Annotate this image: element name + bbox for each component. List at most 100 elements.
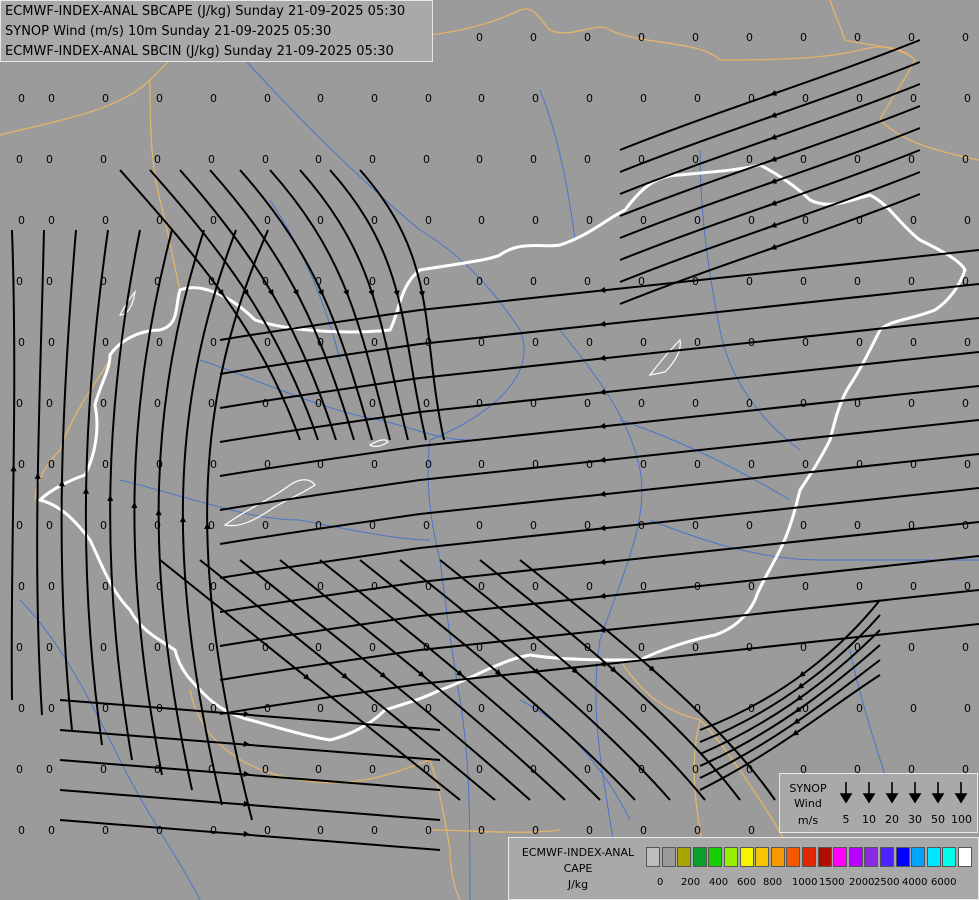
cape-tick-label: 6000 — [931, 877, 957, 888]
streamline — [59, 699, 441, 731]
cin-value: 0 — [638, 275, 645, 288]
cin-value: 0 — [369, 275, 376, 288]
cin-value: 0 — [532, 214, 539, 227]
streamline-arrowhead — [770, 222, 777, 228]
cin-value: 0 — [476, 763, 483, 776]
cin-value: 0 — [908, 31, 915, 44]
streamline — [133, 229, 173, 776]
cin-value: 0 — [748, 214, 755, 227]
cin-value: 0 — [100, 397, 107, 410]
cin-value: 0 — [262, 763, 269, 776]
map-canvas — [0, 0, 979, 900]
cape-color-swatch — [708, 847, 723, 867]
cin-value: 0 — [692, 519, 699, 532]
cin-value: 0 — [317, 580, 324, 593]
cin-value: 0 — [910, 214, 917, 227]
streamline-arrowhead — [770, 112, 777, 118]
wind-title: SYNOP Wind (m/s) 10m Sunday 21-09-2025 0… — [5, 24, 332, 39]
cin-value: 0 — [694, 824, 701, 837]
cin-value: 0 — [640, 92, 647, 105]
wind-speed-label: 20 — [885, 813, 899, 826]
cin-value: 0 — [964, 702, 971, 715]
cin-value: 0 — [692, 31, 699, 44]
cin-value: 0 — [264, 824, 271, 837]
streamline-arrowhead — [107, 494, 114, 501]
streamline-arrowhead — [770, 156, 777, 162]
cin-value: 0 — [802, 580, 809, 593]
cin-value: 0 — [46, 519, 53, 532]
cin-value: 0 — [962, 275, 969, 288]
cin-value: 0 — [208, 641, 215, 654]
cin-value: 0 — [586, 702, 593, 715]
cin-value: 0 — [317, 702, 324, 715]
cin-value: 0 — [208, 153, 215, 166]
cape-color-swatch — [942, 847, 957, 867]
streamline — [619, 149, 921, 261]
cin-value: 0 — [910, 580, 917, 593]
cin-value: 0 — [530, 275, 537, 288]
cin-value: 0 — [369, 153, 376, 166]
cin-value: 0 — [584, 153, 591, 166]
cin-value: 0 — [586, 824, 593, 837]
cin-title: ECMWF-INDEX-ANAL SBCIN (J/kg) Sunday 21-… — [5, 44, 394, 59]
cape-color-swatch — [864, 847, 879, 867]
cin-value: 0 — [746, 641, 753, 654]
cape-color-swatch — [786, 847, 801, 867]
cin-value: 0 — [102, 702, 109, 715]
cin-value: 0 — [16, 275, 23, 288]
cin-value: 0 — [156, 336, 163, 349]
wind-arrow-icons — [839, 782, 968, 804]
streamline — [219, 453, 979, 545]
cin-value: 0 — [532, 336, 539, 349]
cin-value: 0 — [423, 519, 430, 532]
cin-value: 0 — [100, 275, 107, 288]
cin-value: 0 — [692, 153, 699, 166]
cin-value: 0 — [16, 397, 23, 410]
cin-value: 0 — [317, 214, 324, 227]
cin-value: 0 — [48, 702, 55, 715]
cin-value: 0 — [964, 92, 971, 105]
cin-value: 0 — [100, 519, 107, 532]
cape-tick-label: 1000 — [792, 877, 818, 888]
cape-tick-label: 2500 — [874, 877, 900, 888]
cin-value: 0 — [48, 824, 55, 837]
cape-color-swatch — [895, 847, 910, 867]
cin-value: 0 — [423, 275, 430, 288]
streamline-arrowhead — [243, 770, 251, 777]
cin-value: 0 — [154, 275, 161, 288]
cin-value: 0 — [102, 336, 109, 349]
cin-value: 0 — [210, 92, 217, 105]
cin-value: 0 — [530, 763, 537, 776]
cin-value: 0 — [156, 702, 163, 715]
cin-value: 0 — [584, 275, 591, 288]
cin-value: 0 — [638, 31, 645, 44]
cin-value: 0 — [315, 641, 322, 654]
cin-value: 0 — [854, 31, 861, 44]
cin-value: 0 — [425, 92, 432, 105]
cin-value: 0 — [800, 153, 807, 166]
cin-value: 0 — [100, 153, 107, 166]
cin-value: 0 — [910, 458, 917, 471]
cin-value: 0 — [802, 702, 809, 715]
cape-legend-unit: J/kg — [567, 878, 589, 891]
cin-value: 0 — [910, 702, 917, 715]
cin-value: 0 — [154, 153, 161, 166]
cin-value: 0 — [208, 397, 215, 410]
streamline — [329, 169, 427, 441]
cin-value: 0 — [210, 702, 217, 715]
cin-value: 0 — [100, 641, 107, 654]
cin-value: 0 — [640, 580, 647, 593]
cin-value: 0 — [638, 519, 645, 532]
streamline — [179, 169, 337, 441]
cin-value: 0 — [102, 92, 109, 105]
cin-value: 0 — [640, 458, 647, 471]
cin-value: 0 — [478, 702, 485, 715]
streamline-arrowhead — [770, 200, 777, 206]
cin-value: 0 — [208, 275, 215, 288]
cin-value: 0 — [369, 641, 376, 654]
cin-value: 0 — [264, 336, 271, 349]
cin-value: 0 — [478, 214, 485, 227]
cin-value: 0 — [18, 580, 25, 593]
cape-color-swatch — [911, 847, 926, 867]
cin-value: 0 — [532, 92, 539, 105]
